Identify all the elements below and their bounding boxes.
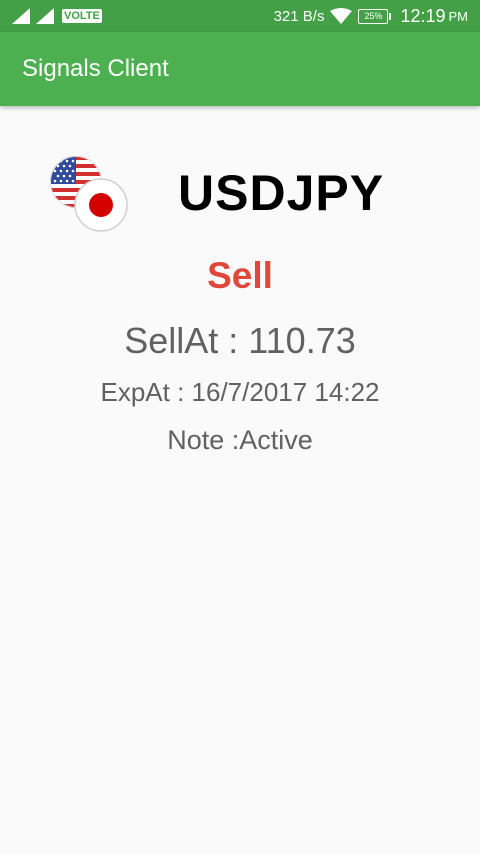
clock-ampm: PM bbox=[448, 8, 469, 24]
app-title: Signals Client bbox=[22, 55, 169, 82]
entry-price: SellAt : 110.73 bbox=[124, 320, 356, 361]
status-bar: VOLTE 321 B/s 25% 12:19 PM bbox=[0, 0, 480, 32]
signal-direction: Sell bbox=[207, 255, 273, 296]
status-right-group: 321 B/s 25% 12:19 PM bbox=[274, 6, 480, 27]
currency-pair: USDJPY bbox=[178, 165, 385, 221]
network-speed: 321 B/s bbox=[273, 7, 325, 25]
clock: 12:19 bbox=[400, 5, 446, 26]
wifi-icon bbox=[330, 8, 353, 24]
signal-note: Note :Active bbox=[167, 425, 313, 455]
expiry-time: ExpAt : 16/7/2017 14:22 bbox=[100, 377, 380, 407]
japan-flag-icon bbox=[74, 178, 128, 232]
currency-flags bbox=[50, 156, 130, 232]
volte-badge: VOLTE bbox=[62, 9, 102, 23]
cell-signal-icon bbox=[12, 8, 30, 24]
cell-signal-2-icon bbox=[36, 8, 54, 24]
status-left-group: VOLTE bbox=[0, 8, 102, 24]
battery-icon: 25% bbox=[358, 8, 392, 24]
app-bar: Signals Client bbox=[0, 32, 480, 106]
